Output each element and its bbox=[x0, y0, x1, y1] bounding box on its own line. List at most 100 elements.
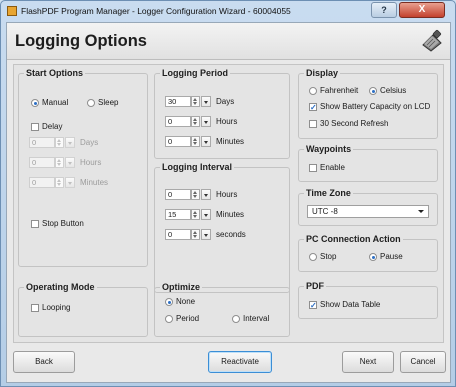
pc-pause-label: Pause bbox=[380, 252, 403, 261]
period-hours-spinner[interactable] bbox=[191, 116, 200, 127]
stop-button-label: Stop Button bbox=[42, 219, 84, 228]
period-hours-input[interactable]: 0 bbox=[165, 116, 191, 127]
battery-capacity-checkbox[interactable]: ✓ bbox=[309, 103, 317, 112]
delay-minutes-unit: Minutes bbox=[80, 178, 109, 187]
delay-days-dropdown[interactable] bbox=[65, 137, 75, 148]
sleep-label: Sleep bbox=[98, 98, 119, 107]
manual-label: Manual bbox=[42, 98, 69, 107]
start-options-title: Start Options bbox=[24, 68, 86, 78]
interval-hours-dropdown[interactable] bbox=[201, 189, 211, 200]
stop-button-checkbox[interactable] bbox=[31, 220, 39, 228]
delay-hours-dropdown[interactable] bbox=[65, 157, 75, 168]
period-days-input[interactable]: 30 bbox=[165, 96, 191, 107]
optimize-group: Optimize None Period Interval bbox=[154, 282, 290, 337]
fahrenheit-radio[interactable] bbox=[309, 87, 317, 95]
delay-days-input[interactable]: 0 bbox=[29, 137, 55, 148]
pdf-title: PDF bbox=[304, 281, 326, 291]
interval-seconds-input[interactable]: 0 bbox=[165, 229, 191, 240]
optimize-interval-radio[interactable] bbox=[232, 315, 240, 323]
wizard-window: FlashPDF Program Manager - Logger Config… bbox=[0, 0, 456, 387]
optimize-period-radio[interactable] bbox=[165, 315, 173, 323]
help-button[interactable]: ? bbox=[371, 2, 397, 18]
pc-connection-group: PC Connection Action Stop Pause bbox=[298, 234, 438, 272]
looping-checkbox[interactable] bbox=[31, 304, 39, 312]
display-title: Display bbox=[304, 68, 341, 78]
delay-minutes-input[interactable]: 0 bbox=[29, 177, 55, 188]
period-minutes-spinner[interactable] bbox=[191, 136, 200, 147]
interval-minutes-unit: Minutes bbox=[216, 210, 245, 219]
start-options-group: Start Options Manual Sleep Delay 0 Days … bbox=[18, 68, 148, 267]
options-panel: Start Options Manual Sleep Delay 0 Days … bbox=[13, 64, 444, 343]
delay-days-spinner[interactable] bbox=[55, 137, 64, 148]
window-title: FlashPDF Program Manager - Logger Config… bbox=[21, 6, 291, 16]
celsius-label: Celsius bbox=[380, 86, 407, 95]
refresh-label: 30 Second Refresh bbox=[320, 119, 389, 128]
operating-mode-group: Operating Mode Looping bbox=[18, 282, 148, 337]
reactivate-button[interactable]: Reactivate bbox=[208, 351, 272, 373]
logging-interval-title: Logging Interval bbox=[160, 162, 235, 172]
back-button[interactable]: Back bbox=[13, 351, 75, 373]
delay-minutes-dropdown[interactable] bbox=[65, 177, 75, 188]
display-group: Display Fahrenheit Celsius ✓ Show Batter… bbox=[298, 68, 438, 139]
manual-radio[interactable] bbox=[31, 99, 39, 107]
optimize-period-label: Period bbox=[176, 314, 200, 323]
logging-interval-group: Logging Interval 0 Hours 15 Minutes 0 se… bbox=[154, 162, 290, 293]
interval-minutes-spinner[interactable] bbox=[191, 209, 200, 220]
interval-seconds-unit: seconds bbox=[216, 230, 246, 239]
battery-capacity-label: Show Battery Capacity on LCD bbox=[320, 102, 431, 111]
pc-stop-label: Stop bbox=[320, 252, 337, 261]
data-table-label: Show Data Table bbox=[320, 300, 381, 309]
period-days-dropdown[interactable] bbox=[201, 96, 211, 107]
period-hours-dropdown[interactable] bbox=[201, 116, 211, 127]
page-title: Logging Options bbox=[15, 32, 147, 50]
period-minutes-unit: Minutes bbox=[216, 137, 245, 146]
title-bar: FlashPDF Program Manager - Logger Config… bbox=[1, 1, 455, 21]
refresh-checkbox[interactable] bbox=[309, 120, 317, 128]
delay-hours-spinner[interactable] bbox=[55, 157, 64, 168]
period-days-spinner[interactable] bbox=[191, 96, 200, 107]
data-table-checkbox[interactable]: ✓ bbox=[309, 301, 317, 310]
period-minutes-input[interactable]: 0 bbox=[165, 136, 191, 147]
delay-hours-unit: Hours bbox=[80, 158, 102, 167]
interval-hours-spinner[interactable] bbox=[191, 189, 200, 200]
logging-period-title: Logging Period bbox=[160, 68, 230, 78]
time-zone-select[interactable]: UTC -8 bbox=[307, 205, 429, 218]
operating-mode-title: Operating Mode bbox=[24, 282, 97, 292]
looping-label: Looping bbox=[42, 303, 71, 312]
optimize-interval-label: Interval bbox=[243, 314, 270, 323]
delay-minutes-spinner[interactable] bbox=[55, 177, 64, 188]
pc-connection-title: PC Connection Action bbox=[304, 234, 403, 244]
interval-minutes-dropdown[interactable] bbox=[201, 209, 211, 220]
waypoints-enable-checkbox[interactable] bbox=[309, 164, 317, 172]
waypoints-enable-label: Enable bbox=[320, 163, 345, 172]
chevron-down-icon bbox=[418, 210, 424, 213]
logging-period-group: Logging Period 30 Days 0 Hours 0 Minutes bbox=[154, 68, 290, 159]
optimize-title: Optimize bbox=[160, 282, 203, 292]
waypoints-group: Waypoints Enable bbox=[298, 144, 438, 182]
pc-stop-radio[interactable] bbox=[309, 253, 317, 261]
sleep-radio[interactable] bbox=[87, 99, 95, 107]
delay-checkbox[interactable] bbox=[31, 123, 39, 131]
logger-device-icon bbox=[422, 29, 442, 52]
waypoints-title: Waypoints bbox=[304, 144, 354, 154]
interval-seconds-spinner[interactable] bbox=[191, 229, 200, 240]
cancel-button[interactable]: Cancel bbox=[400, 351, 446, 373]
period-hours-unit: Hours bbox=[216, 117, 238, 126]
celsius-radio[interactable] bbox=[369, 87, 377, 95]
delay-hours-input[interactable]: 0 bbox=[29, 157, 55, 168]
close-button[interactable]: X bbox=[399, 2, 445, 18]
pc-pause-radio[interactable] bbox=[369, 253, 377, 261]
page-header: Logging Options bbox=[7, 23, 450, 60]
client-area: Logging Options Start Options Manual Sle… bbox=[6, 22, 451, 383]
period-days-unit: Days bbox=[216, 97, 235, 106]
interval-seconds-dropdown[interactable] bbox=[201, 229, 211, 240]
interval-minutes-input[interactable]: 15 bbox=[165, 209, 191, 220]
next-button[interactable]: Next bbox=[342, 351, 394, 373]
period-minutes-dropdown[interactable] bbox=[201, 136, 211, 147]
optimize-none-radio[interactable] bbox=[165, 298, 173, 306]
delay-label: Delay bbox=[42, 122, 63, 131]
time-zone-value: UTC -8 bbox=[312, 207, 338, 216]
time-zone-group: Time Zone UTC -8 bbox=[298, 188, 438, 226]
optimize-none-label: None bbox=[176, 297, 196, 306]
interval-hours-input[interactable]: 0 bbox=[165, 189, 191, 200]
